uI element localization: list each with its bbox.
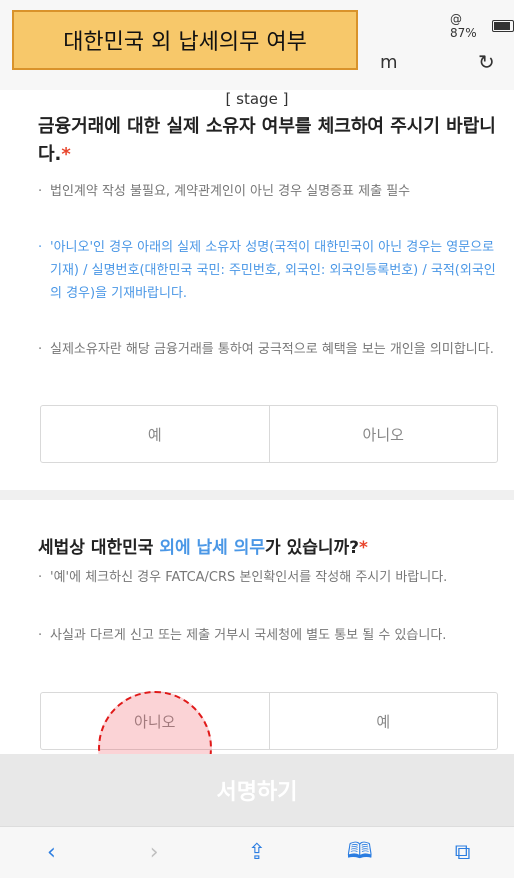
battery-icon: [492, 20, 514, 32]
required-mark: *: [61, 144, 71, 165]
reload-icon[interactable]: ↻: [478, 50, 495, 74]
question-beneficial-owner: 금융거래에 대한 실제 소유자 여부를 체크하여 주시기 바랍니다.*: [38, 113, 498, 169]
info-bullet: '예'에 체크하신 경우 FATCA/CRS 본인확인서를 작성해 주시기 바랍…: [38, 566, 498, 589]
option-yes-button[interactable]: 예: [41, 406, 269, 462]
info-bullet: 법인계약 작성 불필요, 계약관계인이 아닌 경우 실명증표 제출 필수: [38, 180, 498, 203]
question-foreign-tax-obligation: 세법상 대한민국 외에 납세 의무가 있습니까?*: [38, 533, 498, 558]
option-yes-button[interactable]: 예: [268, 693, 498, 749]
info-bullet-highlight: '아니오'인 경우 아래의 실제 소유자 성명(국적이 대한민국이 아닌 경우는…: [38, 236, 498, 305]
browser-toolbar: ‹ › ⇪ 🕮 ⧉: [0, 826, 514, 878]
info-bullet: 사실과 다르게 신고 또는 제출 거부시 국세청에 별도 통보 될 수 있습니다…: [38, 624, 498, 647]
back-icon[interactable]: ‹: [31, 840, 71, 865]
section-divider: [0, 490, 514, 500]
question-text: 금융거래에 대한 실제 소유자 여부를 체크하여 주시기 바랍니다.: [38, 116, 496, 165]
question-highlight-outside: 외에: [159, 538, 191, 558]
required-mark: *: [359, 538, 368, 558]
question-text-post: 가 있습니까?: [265, 538, 359, 558]
battery-indicator: @ 87%: [450, 12, 514, 40]
url-bar-text[interactable]: m: [380, 52, 398, 73]
battery-text: @ 87%: [450, 12, 477, 40]
annotation-callout: 대한민국 외 납세의무 여부: [12, 10, 358, 70]
tabs-icon[interactable]: ⧉: [443, 840, 483, 865]
bookmarks-icon[interactable]: 🕮: [340, 834, 380, 872]
option-no-button[interactable]: 아니오: [268, 406, 498, 462]
question-text-pre: 세법상 대한민국: [38, 538, 160, 558]
forward-icon[interactable]: ›: [134, 840, 174, 865]
share-icon[interactable]: ⇪: [237, 840, 277, 865]
sign-button[interactable]: 서명하기: [0, 754, 514, 826]
question-highlight-tax-duty: 납세 의무: [196, 538, 266, 558]
info-bullet: 실제소유자란 해당 금융거래를 통하여 궁극적으로 혜택을 보는 개인을 의미합…: [38, 338, 498, 361]
stage-label: [ stage ]: [225, 90, 289, 108]
beneficial-owner-choice: 예 아니오: [40, 405, 498, 463]
